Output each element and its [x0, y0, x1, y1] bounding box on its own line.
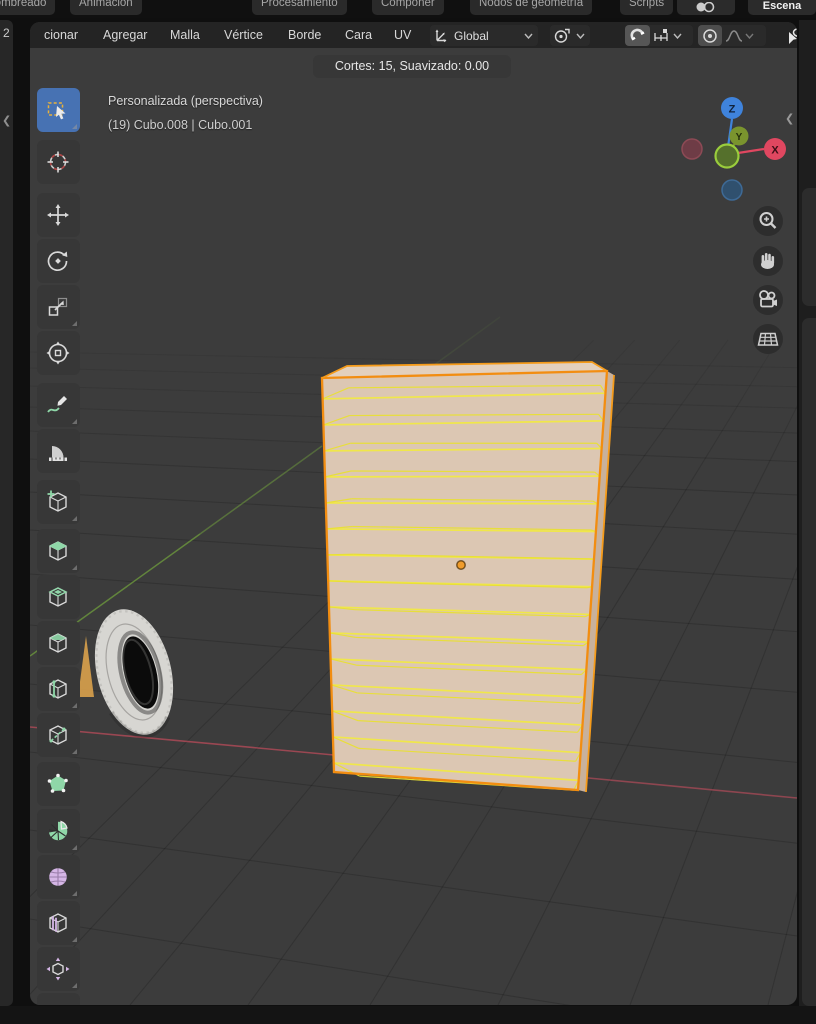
- subtool-indicator: [72, 845, 77, 850]
- right-panel-tab[interactable]: [802, 318, 816, 1006]
- viewport-header: cionar Agregar Malla Vértice Borde Cara …: [30, 22, 797, 48]
- falloff-curve-icon: [725, 29, 743, 43]
- active-object-label: (19) Cubo.008 | Cubo.001: [108, 118, 252, 132]
- operator-status-pill: Cortes: 15, Suavizado: 0.00: [313, 55, 511, 78]
- tool-bar: [37, 22, 80, 1005]
- scene-selector[interactable]: [677, 0, 735, 15]
- menu-edge[interactable]: Borde: [288, 22, 321, 48]
- camera-view-button[interactable]: [753, 285, 783, 315]
- right-panel-tab[interactable]: [802, 188, 816, 306]
- gizmo-center: [716, 145, 739, 168]
- select-through-group: [786, 25, 797, 46]
- menu-add[interactable]: Agregar: [103, 22, 147, 48]
- view-name-label: Personalizada (perspectiva): [108, 94, 263, 108]
- scene-name[interactable]: Escena: [748, 0, 816, 15]
- subtool-indicator: [72, 419, 77, 424]
- tool-measure[interactable]: [37, 429, 80, 473]
- subtool-indicator: [72, 749, 77, 754]
- tool-shrink-fatten[interactable]: [37, 947, 80, 991]
- viewport-3d[interactable]: cionar Agregar Malla Vértice Borde Cara …: [30, 22, 797, 1005]
- pan-button[interactable]: [753, 246, 783, 276]
- gizmo-minus-x: [682, 139, 702, 159]
- background-object-wedge: [78, 636, 94, 697]
- subtool-indicator: [72, 937, 77, 942]
- tool-spin[interactable]: [37, 809, 80, 853]
- tool-bevel[interactable]: [37, 621, 80, 665]
- proportional-editing-icon: [702, 28, 718, 44]
- snap-increment-icon: [653, 28, 671, 44]
- workspace-tab-strip: Sombreado Animación Procesamiento Compon…: [0, 0, 816, 18]
- menu-uv[interactable]: UV: [394, 22, 411, 48]
- ortho-toggle-button[interactable]: [753, 324, 783, 354]
- tool-transform[interactable]: [37, 331, 80, 375]
- menu-vertex[interactable]: Vértice: [224, 22, 263, 48]
- tool-smooth[interactable]: [37, 855, 80, 899]
- workspace-tab[interactable]: Animación: [70, 0, 142, 15]
- tool-extrude-region[interactable]: [37, 529, 80, 573]
- chevron-down-icon: [576, 33, 585, 39]
- collapse-left-arrow[interactable]: ❮: [2, 114, 11, 127]
- snap-group: [625, 25, 693, 46]
- camera-view-icon: [753, 285, 783, 315]
- object-origin-dot: [457, 561, 465, 569]
- tool-move[interactable]: [37, 193, 80, 237]
- subtool-indicator: [72, 703, 77, 708]
- menu-mesh[interactable]: Malla: [170, 22, 200, 48]
- active-cube-object: [322, 362, 614, 792]
- right-editor-edge: [799, 20, 816, 1006]
- svg-text:X: X: [771, 145, 779, 157]
- falloff-dropdown[interactable]: [722, 25, 759, 46]
- gizmo-minus-z: [722, 180, 742, 200]
- proportional-editing-toggle[interactable]: [698, 25, 722, 46]
- tool-inset-faces[interactable]: [37, 575, 80, 619]
- subtool-indicator: [72, 124, 77, 129]
- tool-scale[interactable]: [37, 285, 80, 329]
- tool-loop-cut[interactable]: [37, 667, 80, 711]
- subtool-indicator: [72, 891, 77, 896]
- snap-magnet-icon: [629, 27, 646, 44]
- proportional-edit-group: [698, 25, 766, 46]
- left-editor-edge: 2 ❮: [0, 20, 13, 1006]
- tool-edge-slide[interactable]: [37, 901, 80, 945]
- orientation-axes-icon: [430, 25, 452, 46]
- orientation-label: Global: [452, 29, 491, 43]
- workspace-tab[interactable]: Scripts: [620, 0, 673, 15]
- tool-add-cube[interactable]: [37, 480, 80, 524]
- chevron-down-icon: [745, 33, 754, 39]
- chevron-down-icon: [524, 33, 533, 39]
- workspace-tab[interactable]: Componer: [372, 0, 444, 15]
- pivot-point-dropdown[interactable]: [550, 25, 590, 46]
- scene-circles-icon: [693, 2, 719, 14]
- tool-poly-build[interactable]: [37, 762, 80, 806]
- pan-hand-icon: [753, 246, 783, 276]
- tool-knife[interactable]: [37, 713, 80, 757]
- zoom-button[interactable]: [753, 206, 783, 236]
- tool-rotate[interactable]: [37, 239, 80, 283]
- chevron-down-icon: [673, 33, 682, 39]
- tool-annotate[interactable]: [37, 383, 80, 427]
- svg-text:Y: Y: [736, 132, 743, 143]
- workspace-tab[interactable]: Sombreado: [0, 0, 55, 15]
- workspace-tab[interactable]: Nodos de geometría: [470, 0, 592, 15]
- transform-orientation-dropdown[interactable]: Global: [430, 25, 538, 46]
- tire-object: [83, 601, 186, 744]
- snap-toggle[interactable]: [625, 25, 650, 46]
- tool-select-box[interactable]: [37, 88, 80, 132]
- svg-text:Z: Z: [729, 104, 736, 116]
- subtool-indicator: [72, 321, 77, 326]
- tool-rip-region[interactable]: [37, 993, 80, 1005]
- tool-cursor-3d[interactable]: [37, 140, 80, 184]
- workspace-tab[interactable]: Procesamiento: [252, 0, 347, 15]
- zoom-icon: [753, 206, 783, 236]
- subtool-indicator: [72, 516, 77, 521]
- subtool-indicator: [72, 983, 77, 988]
- ortho-grid-icon: [753, 324, 783, 354]
- menu-face[interactable]: Cara: [345, 22, 372, 48]
- subtool-indicator: [72, 565, 77, 570]
- edge-select-mode-fragment[interactable]: 2: [3, 26, 10, 40]
- select-through-eye-icon[interactable]: [786, 26, 797, 46]
- pivot-point-icon: [550, 25, 574, 46]
- bottom-strip: [0, 1006, 816, 1024]
- snap-target-dropdown[interactable]: [650, 25, 687, 46]
